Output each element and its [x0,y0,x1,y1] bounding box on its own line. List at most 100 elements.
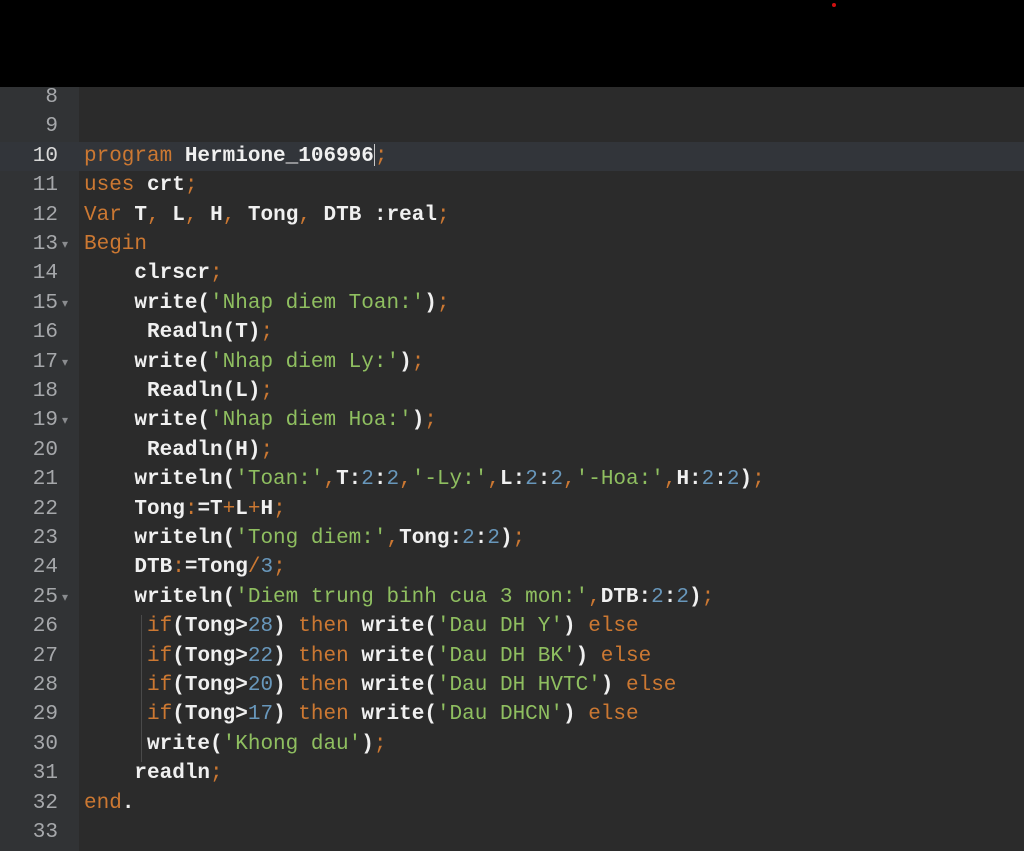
code-token: ; [752,468,765,492]
line-number: 15 [32,291,58,315]
code-line[interactable]: 33 [0,818,1024,847]
code-token: . [121,791,135,815]
code-token: Tong [247,203,299,227]
code-token: else [626,674,677,697]
fold-chevron-icon[interactable]: ▾ [62,406,72,435]
code-line[interactable]: 30 write('Khong dau'); [0,730,1024,759]
code-token: ) [273,703,286,727]
fold-chevron-icon[interactable]: ▾ [62,348,72,377]
code-token: DTB [323,203,362,227]
code-token: , [222,203,236,227]
code-line[interactable]: 9 [0,112,1024,141]
code-text: if(Tong>17) then write('Dau DHCN') else [84,700,639,729]
code-editor[interactable]: 8 9 10 program Hermione_106996; 11 uses crt; 1… [0,86,1024,851]
code-token: ) [562,615,576,639]
code-token: 3 [260,556,274,580]
code-token: Var [84,203,122,227]
code-text: Readln(T); [84,318,273,347]
code-token: ; [260,380,274,403]
code-line[interactable]: 10 program Hermione_106996; [0,141,1024,172]
code-token: write( [134,291,211,315]
code-text: write('Nhap diem Hoa:'); [84,406,436,435]
code-line[interactable]: 14 clrscr; [0,259,1024,288]
code-token: ; [436,291,450,315]
code-token: if [147,615,173,639]
line-number: 30 [32,732,58,756]
code-token: (Tong> [172,615,248,639]
code-token: =Tong [184,556,248,580]
code-line[interactable]: 16 Readln(T); [0,318,1024,347]
line-number: 18 [32,380,58,403]
code-token: ; [701,585,715,609]
code-token: ; [260,321,274,345]
code-token: DTB: [600,585,652,609]
code-token: else [600,644,652,668]
code-line[interactable]: 22 Tong:=T+L+H; [0,495,1024,524]
line-number: 17 [32,350,58,374]
fold-chevron-icon[interactable]: ▾ [62,289,72,318]
code-line[interactable]: 19 ▾ write('Nhap diem Hoa:'); [0,406,1024,435]
code-token: write( [134,350,211,374]
code-line[interactable]: 20 Readln(H); [0,436,1024,465]
code-token: ) [424,291,437,315]
code-token: : [537,468,551,492]
code-line[interactable]: 12 Var T, L, H, Tong, DTB :real; [0,201,1024,230]
code-token: 28 [247,615,274,639]
code-line[interactable]: 32 end. [0,789,1024,818]
line-number: 11 [32,174,58,198]
code-text: Readln(H); [84,436,273,465]
code-token: ; [512,527,526,550]
code-token: : [172,556,185,580]
code-token: ; [374,144,388,168]
fold-chevron-icon[interactable]: ▾ [62,230,72,259]
line-number: 13 [32,233,58,256]
code-line[interactable]: 17 ▾ write('Nhap diem Ly:'); [0,348,1024,377]
code-token: ; [373,732,387,756]
code-line[interactable]: 31 readln; [0,759,1024,788]
code-line[interactable]: 11 uses crt; [0,171,1024,200]
code-token: else [588,615,639,639]
code-token: :real [373,203,437,227]
code-line[interactable]: 29 if(Tong>17) then write('Dau DHCN') el… [0,700,1024,729]
code-text: Readln(L); [84,377,273,406]
line-number: 25 [32,585,58,609]
code-line[interactable]: 8 [0,83,1024,112]
code-token: 2 [462,527,475,550]
code-line[interactable]: 26 if(Tong>28) then write('Dau DH Y') el… [0,612,1024,641]
fold-chevron-icon[interactable]: ▾ [62,583,72,612]
code-token: writeln( [134,585,236,609]
code-token: ; [273,497,286,521]
code-token: 2 [676,585,689,609]
code-line[interactable]: 27 if(Tong>22) then write('Dau DH BK') e… [0,642,1024,671]
line-number: 33 [32,821,58,844]
code-token: / [247,556,261,580]
line-number: 22 [32,497,58,521]
code-token: , [399,468,412,492]
line-number: 12 [32,203,58,227]
code-line[interactable]: 21 writeln('Toan:',T:2:2,'-Ly:',L:2:2,'-… [0,465,1024,494]
code-token: ; [273,556,286,580]
code-text: if(Tong>22) then write('Dau DH BK') else [84,642,651,671]
code-token: =T [197,497,223,521]
code-line[interactable]: 25 ▾ writeln('Diem trung binh cua 3 mon:'… [0,583,1024,612]
code-token: write( [134,409,211,433]
code-token: clrscr [134,262,211,286]
code-line[interactable]: 23 writeln('Tong diem:',Tong:2:2); [0,524,1024,553]
code-token: 'Dau DH BK' [436,644,576,668]
code-token: , [147,203,160,227]
red-dot-indicator [832,3,836,7]
code-line[interactable]: 13 ▾ Begin [0,230,1024,259]
code-line[interactable]: 24 DTB:=Tong/3; [0,553,1024,582]
code-token: , [323,468,337,492]
code-line[interactable]: 15 ▾ write('Nhap diem Toan:'); [0,289,1024,318]
code-line[interactable]: 18 Readln(L); [0,377,1024,406]
code-line[interactable]: 28 if(Tong>20) then write('Dau DH HVTC')… [0,671,1024,700]
